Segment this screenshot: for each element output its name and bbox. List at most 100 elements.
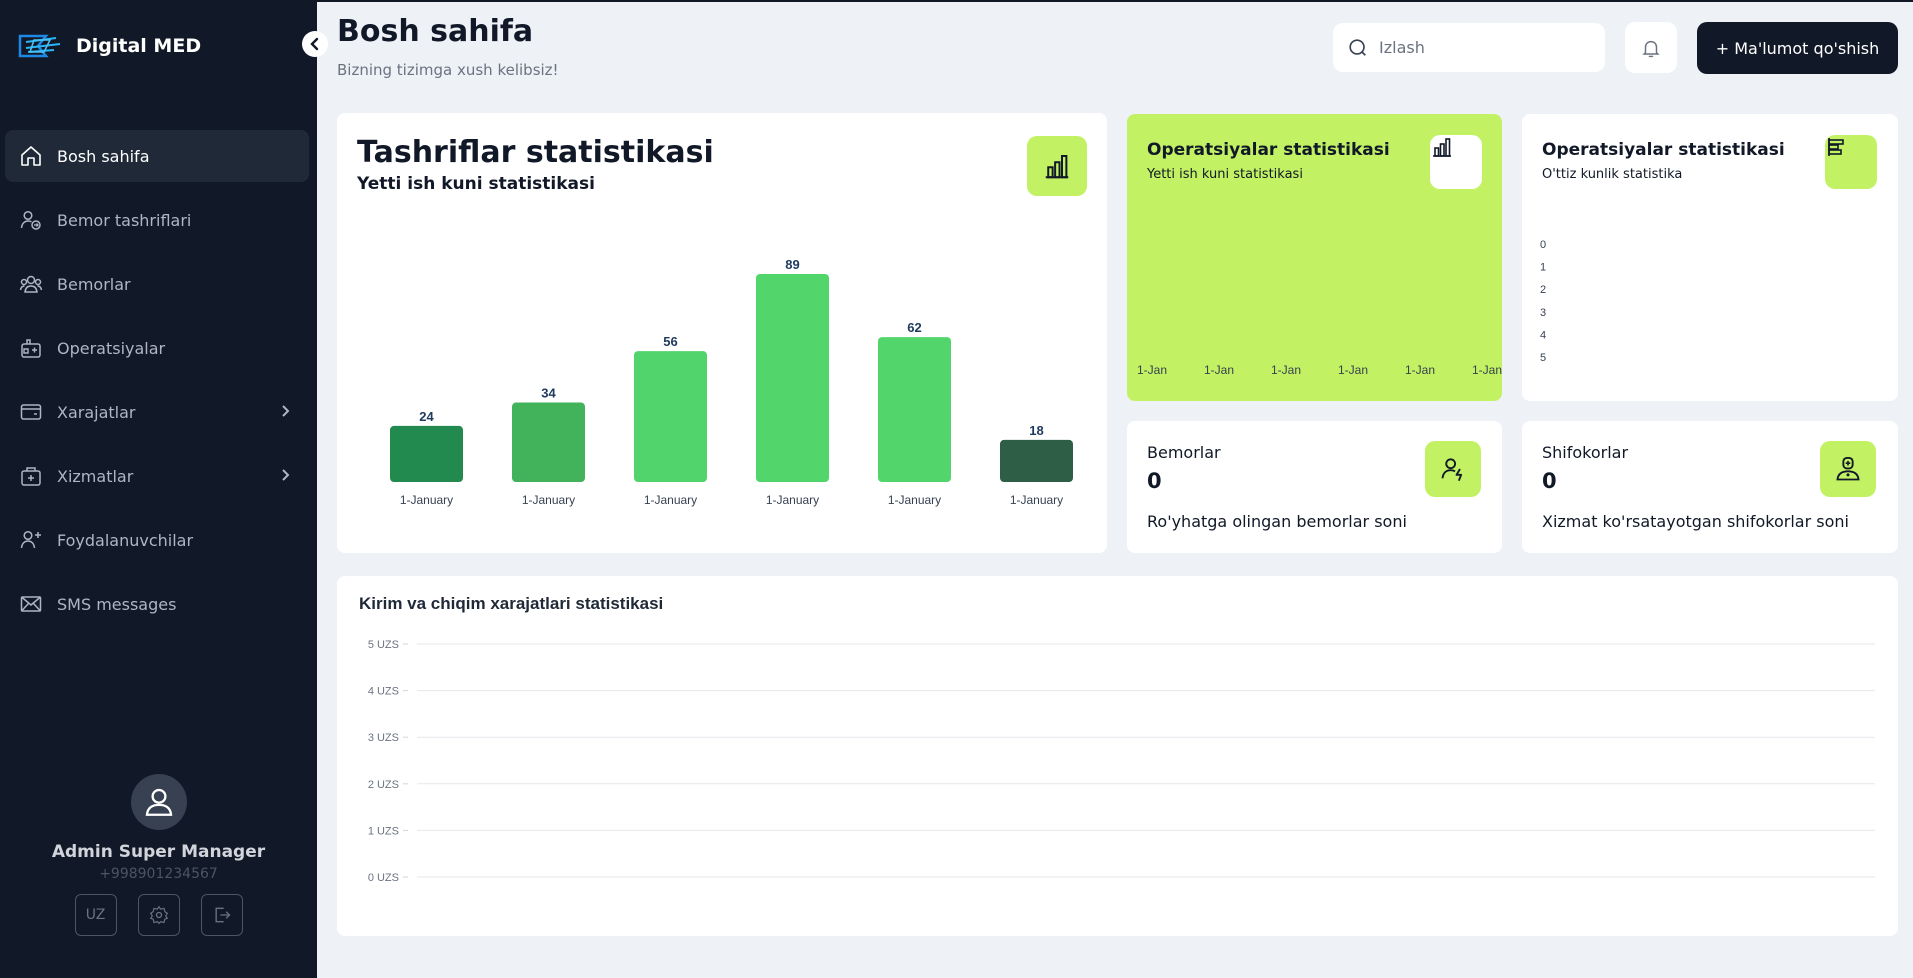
x-tick-label: 1-Jan <box>1405 363 1435 377</box>
avatar[interactable] <box>130 774 187 830</box>
brand[interactable]: Digital MED <box>16 28 201 64</box>
y-tick-label: 2 <box>1540 284 1546 296</box>
logo-icon <box>18 34 61 58</box>
x-tick-label: 1-January <box>400 493 453 507</box>
bar[interactable] <box>390 425 463 482</box>
sidebar-item-label: Xarajatlar <box>57 402 136 422</box>
sidebar-item-label: Bemor tashriflari <box>57 210 192 230</box>
bar-value-label: 56 <box>663 334 677 349</box>
y-tick-label: 1 <box>1540 262 1546 274</box>
sidebar: Digital MED Bosh sahifa Bemor tashriflari… <box>0 0 317 978</box>
visits-bar-chart: 24 1-January 34 1-January 56 1-January 89 1-Jan… <box>390 257 1073 507</box>
x-tick-label: 1-January <box>644 493 697 507</box>
sidebar-item-foydalanuvchilar[interactable]: Foydalanuvchilar <box>5 514 309 566</box>
sidebar-item-label: Bemorlar <box>57 274 131 294</box>
ops-monthly-subtitle: O'ttiz kunlik statistika <box>1542 167 1683 182</box>
medical-kit-icon <box>19 336 43 360</box>
chevron-right-icon <box>282 405 290 417</box>
profile-name: Admin Super Manager <box>51 842 266 862</box>
wallet-icon <box>19 400 43 424</box>
sidebar-collapse-button[interactable] <box>302 31 328 57</box>
doctors-stat-card: Shifokorlar 0 Xizmat ko'rsatayotgan shif… <box>1522 421 1898 553</box>
y-tick-label: 5 <box>1540 352 1546 364</box>
patients-count: 0 <box>1147 469 1162 493</box>
page-subtitle: Bizning tizimga xush kelibsiz! <box>337 61 559 79</box>
bar-value-label: 89 <box>785 257 799 272</box>
profile-panel: Admin Super Manager +998901234567 UZ <box>0 774 317 936</box>
y-tick-label: 4 <box>1540 329 1546 341</box>
bar[interactable] <box>756 274 829 482</box>
bar[interactable] <box>634 351 707 482</box>
users-icon <box>19 272 43 296</box>
user-visit-icon <box>19 208 43 232</box>
finance-stats-card: Kirim va chiqim xarajatlari statistikasi… <box>337 576 1898 936</box>
patients-label: Bemorlar <box>1147 443 1221 462</box>
sidebar-item-label: Xizmatlar <box>57 466 134 486</box>
add-data-button[interactable]: + Ma'lumot qo'shish <box>1697 22 1898 74</box>
patients-stat-card: Bemorlar 0 Ro'yhatga olingan bemorlar so… <box>1127 421 1502 553</box>
doctor-icon <box>1836 456 1860 481</box>
user-icon <box>145 788 172 816</box>
patients-icon-button[interactable] <box>1425 441 1481 497</box>
doctors-label: Shifokorlar <box>1542 443 1629 462</box>
profile-phone: +998901234567 <box>99 866 218 882</box>
horizontal-bar-chart-icon <box>1828 138 1844 156</box>
x-tick-label: 1-Jan <box>1204 363 1234 377</box>
search-input[interactable] <box>1379 38 1579 57</box>
ops-monthly-chart-button[interactable] <box>1825 135 1877 189</box>
sidebar-item-sms-messages[interactable]: SMS messages <box>5 578 309 630</box>
bar-value-label: 62 <box>907 320 921 335</box>
y-tick-label: 2 UZS <box>368 779 399 791</box>
page-title: Bosh sahifa <box>337 14 534 49</box>
visits-stats-card: Tashriflar statistikasi Yetti ish kuni s… <box>337 113 1107 553</box>
sidebar-item-xarajatlar[interactable]: Xarajatlar <box>5 386 309 438</box>
y-tick-label: 0 <box>1540 239 1546 251</box>
y-tick-label: 4 UZS <box>368 686 399 698</box>
patients-description: Ro'yhatga olingan bemorlar soni <box>1147 512 1407 531</box>
doctors-icon-button[interactable] <box>1820 441 1876 497</box>
x-tick-label: 1-January <box>766 493 819 507</box>
bar[interactable] <box>512 402 585 482</box>
gear-icon <box>149 905 168 925</box>
x-tick-label: 1-Jan <box>1338 363 1368 377</box>
logout-icon <box>215 907 230 923</box>
sidebar-item-operatsiyalar[interactable]: Operatsiyalar <box>5 322 309 374</box>
notifications-button[interactable] <box>1625 22 1677 73</box>
bell-icon <box>1642 40 1660 57</box>
sidebar-nav: Bosh sahifa Bemor tashriflari Bemorlar Oper… <box>5 130 309 642</box>
bar[interactable] <box>1000 439 1073 482</box>
sidebar-item-bemorlar[interactable]: Bemorlar <box>5 258 309 310</box>
bar-value-label: 24 <box>419 409 434 424</box>
x-tick-label: 1-Jan <box>1271 363 1301 377</box>
sidebar-item-bosh-sahifa[interactable]: Bosh sahifa <box>5 130 309 182</box>
x-tick-label: 1-January <box>522 493 575 507</box>
settings-button[interactable] <box>137 894 180 936</box>
logout-button[interactable] <box>200 894 243 936</box>
sidebar-item-bemor-tashriflari[interactable]: Bemor tashriflari <box>5 194 309 246</box>
doctors-count: 0 <box>1542 469 1557 493</box>
sidebar-item-label: Operatsiyalar <box>57 338 166 358</box>
search-box[interactable] <box>1333 23 1605 72</box>
language-button[interactable]: UZ <box>74 894 117 936</box>
x-tick-label: 1-January <box>888 493 941 507</box>
user-bolt-icon <box>1441 458 1463 482</box>
bar[interactable] <box>878 337 951 482</box>
bar-chart-icon <box>1433 138 1451 157</box>
bar-value-label: 18 <box>1029 423 1043 438</box>
bar-value-label: 34 <box>541 386 556 401</box>
ops-weekly-chart-button[interactable] <box>1430 135 1482 189</box>
finance-line-chart: 5 UZS 4 UZS 3 UZS 2 UZS 1 UZS 0 UZS <box>368 639 1875 884</box>
profile-actions: UZ <box>0 894 317 936</box>
ops-weekly-subtitle: Yetti ish kuni statistikasi <box>1147 167 1303 182</box>
y-tick-label: 0 UZS <box>368 872 399 884</box>
search-icon <box>1349 38 1366 56</box>
ops-monthly-title: Operatsiyalar statistikasi <box>1542 140 1785 160</box>
y-tick-label: 3 <box>1540 307 1546 319</box>
x-tick-label: 1-Jan <box>1137 363 1167 377</box>
app-name: Digital MED <box>76 35 202 57</box>
chevron-right-icon <box>282 469 290 481</box>
operations-monthly-card: 0 1 2 3 4 5 Operatsiyalar statistikasi O'ttiz… <box>1522 114 1898 401</box>
x-tick-label: 1-Jan <box>1472 363 1502 377</box>
y-tick-label: 1 UZS <box>368 825 399 837</box>
sidebar-item-xizmatlar[interactable]: Xizmatlar <box>5 450 309 502</box>
